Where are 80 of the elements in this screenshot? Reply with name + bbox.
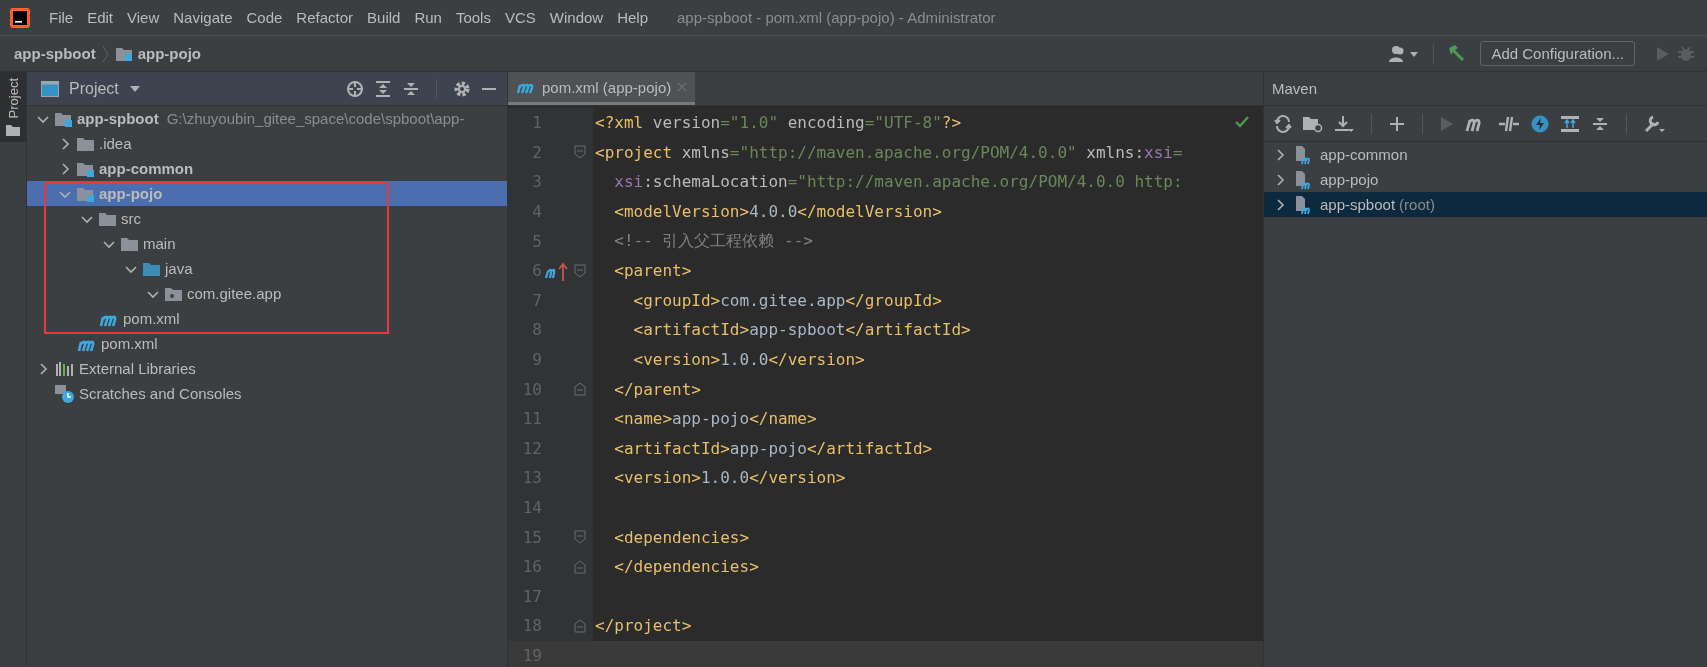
menu-item[interactable]: Navigate — [166, 9, 240, 26]
code-line: <name>app-pojo</name> — [613, 409, 817, 429]
code-line: <version>1.0.0</version> — [613, 468, 846, 488]
folder-icon — [6, 124, 20, 137]
wrench-icon[interactable] — [1644, 113, 1666, 134]
tree-item[interactable]: External Libraries — [27, 356, 507, 381]
separator-icon — [101, 44, 110, 63]
menu-item[interactable]: Run — [407, 9, 449, 26]
plus-icon[interactable] — [1389, 115, 1405, 132]
menu-item[interactable]: Build — [360, 9, 408, 26]
menu-item[interactable]: Refactor — [289, 9, 361, 26]
code-line: <artifactId>app-spboot</artifactId> — [632, 320, 971, 340]
code-line: <?xml version="1.0" encoding="UTF-8"?> — [594, 113, 962, 133]
code-line: <project xmlns="http://maven.apache.org/POM/4.0.0" xmlns:xsi= — [594, 142, 1183, 162]
code-line: <artifactId>app-pojo</artifactId> — [613, 438, 933, 458]
settings-icon[interactable] — [453, 79, 471, 98]
code-line: <dependencies> — [613, 527, 750, 547]
tree-item[interactable]: .idea — [27, 131, 507, 156]
tree-item[interactable]: pom.xml — [27, 331, 507, 356]
skip-tests-icon[interactable] — [1498, 115, 1520, 132]
code-line: </dependencies> — [613, 557, 759, 577]
menu-item[interactable]: Tools — [448, 9, 498, 26]
tree-item[interactable]: app-spboot G:\zhuyoubin_gitee_space\code\spboot\app- — [27, 106, 507, 131]
code-line: <!-- 引入父工程依赖 --> — [613, 230, 813, 252]
libraries-icon — [55, 360, 75, 377]
tree-item[interactable]: main — [27, 231, 507, 256]
code-line: <version>1.0.0</version> — [632, 350, 865, 370]
menu-item[interactable]: VCS — [497, 9, 543, 26]
tree-item[interactable]: Scratches and Consoles — [27, 381, 507, 406]
folder-icon — [121, 235, 139, 252]
maven-project-item[interactable]: app-common — [1264, 142, 1707, 167]
panel-title[interactable]: Project — [69, 79, 119, 98]
menu-item[interactable]: View — [120, 9, 167, 26]
tree-item[interactable]: pom.xml — [27, 306, 507, 331]
reload-icon[interactable] — [1274, 114, 1292, 133]
panel-icon — [41, 80, 59, 97]
download-icon[interactable] — [1334, 114, 1354, 133]
app-logo-icon — [10, 7, 30, 28]
scratches-icon — [55, 384, 75, 403]
caret-icon[interactable] — [128, 84, 141, 93]
module-path: G:\zhuyoubin_gitee_space\code\spboot\app- — [166, 110, 465, 127]
tree-item[interactable]: src — [27, 206, 507, 231]
dependencies-icon[interactable] — [1560, 114, 1580, 133]
menu-item[interactable]: Window — [542, 9, 611, 26]
panel-title: Maven — [1272, 80, 1318, 97]
folder-icon — [143, 260, 161, 277]
tree-item[interactable]: com.gitee.app — [27, 281, 507, 306]
target-icon[interactable] — [346, 79, 364, 98]
maven-project-item[interactable]: app-pojo — [1264, 167, 1707, 192]
code-line: <modelVersion>4.0.0</modelVersion> — [613, 202, 942, 222]
package-icon — [165, 285, 183, 302]
module-folder-icon — [55, 110, 73, 127]
expand-all-icon[interactable] — [374, 79, 392, 98]
menu-item[interactable]: Help — [610, 9, 656, 26]
menu-item[interactable]: Code — [239, 9, 290, 26]
module-folder-icon — [77, 160, 95, 177]
code-line: </project> — [594, 616, 692, 636]
module-folder-icon — [77, 185, 95, 202]
code-line: xsi:schemaLocation="http://maven.apache.org/POM/4.0.0 http: — [613, 172, 1183, 192]
code-line: <groupId>com.gitee.app</groupId> — [632, 290, 942, 310]
project-tool-tab[interactable]: Project — [0, 72, 26, 143]
folder-icon — [99, 210, 117, 227]
code-line: </parent> — [613, 379, 701, 399]
editor-tab[interactable]: pom.xml (app-pojo) — [508, 72, 696, 105]
menu-item[interactable]: Edit — [80, 9, 121, 26]
code-line: <parent> — [613, 261, 692, 281]
window-title: app-spboot - pom.xml (app-pojo) - Administrator — [677, 9, 996, 26]
check-icon — [1235, 116, 1249, 128]
folder-icon — [77, 135, 95, 152]
add-configuration-button[interactable]: Add Configuration... — [1480, 41, 1635, 66]
module-folder-icon — [115, 45, 134, 62]
tree-item[interactable]: app-common — [27, 156, 507, 181]
breadcrumb-item[interactable]: app-spboot — [14, 45, 96, 62]
maven-project-item[interactable]: app-spboot (root) — [1264, 192, 1707, 217]
lightning-icon[interactable] — [1531, 114, 1549, 133]
tree-item[interactable]: java — [27, 256, 507, 281]
hammer-icon[interactable] — [1446, 43, 1467, 64]
menu-item[interactable]: File — [42, 9, 81, 26]
folder-reload-icon[interactable] — [1303, 114, 1323, 133]
breadcrumb-item[interactable]: app-pojo — [115, 45, 201, 62]
